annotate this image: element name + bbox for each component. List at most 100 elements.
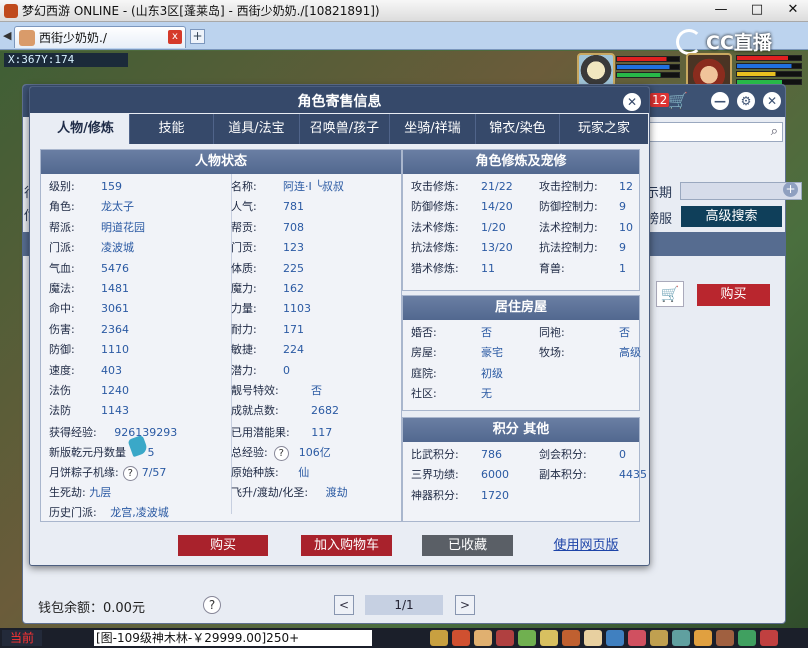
help-icon[interactable]: ? <box>273 446 289 461</box>
toolbar-icon[interactable] <box>430 630 448 646</box>
maximize-button[interactable]: □ <box>746 2 768 17</box>
info-value: 无 <box>481 387 492 401</box>
stat-value: 1103 <box>283 302 311 316</box>
toolbar-icon[interactable] <box>760 630 778 646</box>
tab-character-cultivation[interactable]: 人物/修炼 <box>42 114 130 144</box>
toolbar-icon[interactable] <box>738 630 756 646</box>
next-page-button[interactable]: > <box>455 595 475 615</box>
stat-row: 级别: 159 <box>49 180 122 194</box>
stat-label: 成就点数: <box>231 404 279 418</box>
stat-value: 225 <box>283 261 304 275</box>
prev-page-button[interactable]: < <box>334 595 354 615</box>
tab-summons-children[interactable]: 召唤兽/孩子 <box>300 114 390 144</box>
add-icon[interactable]: + <box>783 182 798 197</box>
toolbar-icon[interactable] <box>496 630 514 646</box>
toolbar-icon[interactable] <box>628 630 646 646</box>
toolbar-icon[interactable] <box>452 630 470 646</box>
stat-value: 1481 <box>101 282 129 295</box>
favorited-button[interactable]: 已收藏 <box>422 535 513 556</box>
cart-icon[interactable]: 🛒 <box>668 91 688 110</box>
channel-current-button[interactable]: 当前 <box>2 630 42 646</box>
toolbar-icon[interactable] <box>672 630 690 646</box>
add-to-cart-icon[interactable]: 🛒 <box>656 281 684 307</box>
player-anger-bar <box>736 71 802 77</box>
info-label: 剑会积分: <box>539 448 587 461</box>
advanced-search-button[interactable]: 高级搜索 <box>681 206 782 227</box>
info-label: 防御修炼: <box>411 200 459 214</box>
shop-search-input[interactable]: ⌕ <box>643 122 783 142</box>
stat-value: 159 <box>101 180 122 193</box>
shop-buy-button[interactable]: 购买 <box>697 284 770 306</box>
stat-potential-fruit: 已用潜能果: 117 <box>231 426 333 439</box>
help-icon[interactable]: ? <box>203 596 221 614</box>
minimize-button[interactable]: — <box>710 2 732 17</box>
info-row: 神器积分: 1720 <box>411 489 509 503</box>
new-tab-button[interactable]: + <box>190 29 205 44</box>
app-icon <box>4 3 18 18</box>
dialog-header: 角色寄售信息 ✕ <box>30 87 649 113</box>
close-tab-icon[interactable]: x <box>168 30 182 44</box>
stat-row: 帮贡: 708 <box>231 221 304 235</box>
tab-character[interactable]: 西街少奶奶./ x <box>14 26 186 48</box>
tab-items-treasures[interactable]: 道具/法宝 <box>214 114 300 144</box>
toolbar-icon[interactable] <box>474 630 492 646</box>
shop-filter-field[interactable]: + <box>680 182 802 200</box>
info-value: 1 <box>619 261 626 275</box>
stat-label: 防御: <box>49 343 75 357</box>
stat-ascension: 飞升/渡劫/化圣: 渡劫 <box>231 486 348 499</box>
pet-status-bars <box>616 56 680 78</box>
toolbar-icon[interactable] <box>518 630 536 646</box>
pet-mp-bar <box>616 64 680 70</box>
info-row: 比武积分: 786 <box>411 448 502 462</box>
stat-label: 角色: <box>49 200 75 214</box>
toolbar-icon[interactable] <box>650 630 668 646</box>
chat-input[interactable]: [图-109级神木林-￥29999.00]250+ <box>94 630 372 646</box>
help-icon[interactable]: ? <box>122 466 138 481</box>
stat-label: 速度: <box>49 363 75 377</box>
stat-row: 速度: 403 <box>49 363 122 378</box>
info-value: 14/20 <box>481 200 513 214</box>
stat-value: 1143 <box>101 404 129 418</box>
add-to-cart-button[interactable]: 加入购物车 <box>301 535 392 556</box>
use-web-version-link[interactable]: 使用网页版 <box>546 535 626 556</box>
toolbar-icon[interactable] <box>562 630 580 646</box>
toolbar-icon[interactable] <box>716 630 734 646</box>
toolbar-icon[interactable] <box>584 630 602 646</box>
info-row: 抗法控制力: 9 <box>539 241 626 255</box>
tab-outfits-dye[interactable]: 锦衣/染色 <box>476 114 560 144</box>
info-value: 21/22 <box>481 180 513 193</box>
toolbar-icon[interactable] <box>694 630 712 646</box>
stat-label: 敏捷: <box>231 343 257 357</box>
stat-row: 力量: 1103 <box>231 302 311 316</box>
info-row: 三界功绩: 6000 <box>411 468 509 482</box>
stat-row: 名称: 阿连·I ╰叔叔 <box>231 180 344 194</box>
stat-label: 人气: <box>231 200 257 214</box>
buy-button[interactable]: 购买 <box>178 535 268 556</box>
dialog-title: 角色寄售信息 <box>297 94 382 110</box>
dialog-close-button[interactable]: ✕ <box>623 93 641 111</box>
info-row: 攻击修炼: 21/22 <box>411 180 513 194</box>
stat-row: 耐力: 171 <box>231 323 304 337</box>
tab-player-home[interactable]: 玩家之家 <box>560 114 648 144</box>
info-value: 0 <box>619 448 626 461</box>
tab-skills[interactable]: 技能 <box>130 114 214 144</box>
stat-value: 阿连·I ╰叔叔 <box>283 180 344 193</box>
stat-row: 门贡: 123 <box>231 241 304 255</box>
stat-row: 魔法: 1481 <box>49 282 129 296</box>
search-icon[interactable]: ⌕ <box>771 124 778 139</box>
tab-mounts[interactable]: 坐骑/祥瑞 <box>390 114 476 144</box>
wallet-balance: 钱包余额：0.00元 <box>38 601 145 616</box>
info-label: 同袍: <box>539 326 565 339</box>
shop-minimize-button[interactable]: — <box>711 92 729 110</box>
shop-close-button[interactable]: ✕ <box>763 92 781 110</box>
tab-scroll-icon[interactable]: ◀ <box>3 29 11 42</box>
toolbar-icon[interactable] <box>540 630 558 646</box>
close-window-button[interactable]: ✕ <box>782 2 804 17</box>
stat-value: 3061 <box>101 302 129 316</box>
toolbar-icon[interactable] <box>606 630 624 646</box>
stat-value: 否 <box>311 384 322 397</box>
stat-label: 力量: <box>231 302 257 316</box>
shop-settings-button[interactable]: ⚙ <box>737 92 755 110</box>
stat-row: 成就点数: 2682 <box>231 404 339 418</box>
info-row: 法术控制力: 10 <box>539 221 633 235</box>
